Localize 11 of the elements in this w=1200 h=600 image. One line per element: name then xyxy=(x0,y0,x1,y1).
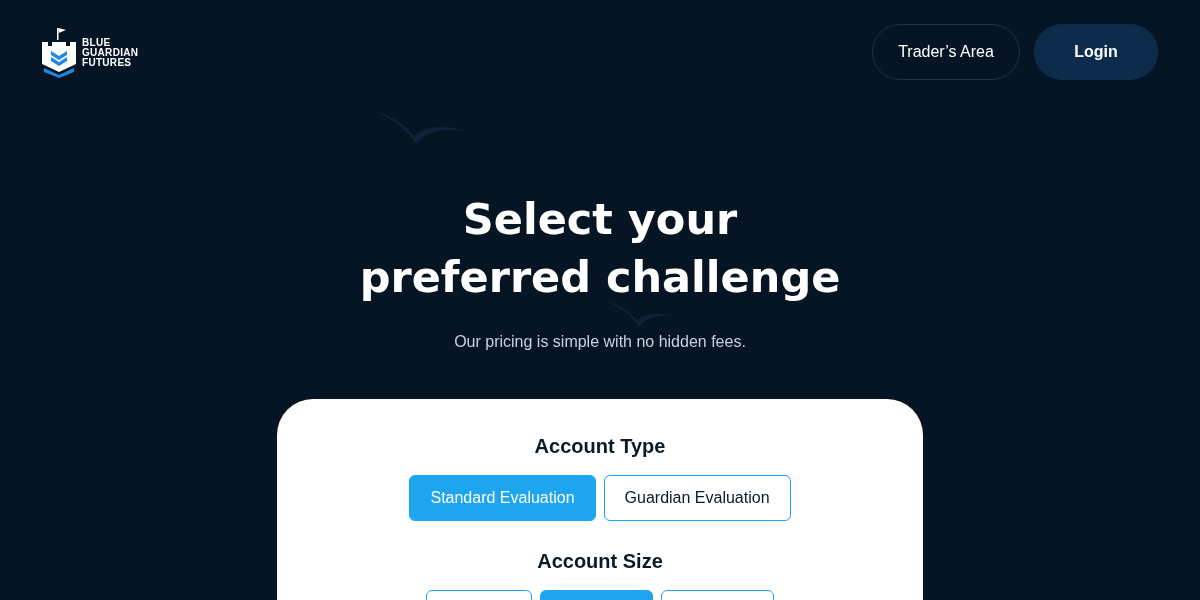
page-title: Select your xyxy=(462,193,738,246)
castle-shield-icon xyxy=(42,28,76,78)
section-heading: Account Size xyxy=(537,549,663,574)
login-button[interactable]: Login xyxy=(1034,24,1158,80)
subtitle: Our pricing is simple with no hidden fees. xyxy=(453,333,747,351)
logo-text: GUARDIAN xyxy=(82,48,139,58)
logo-text: FUTURES xyxy=(82,58,133,68)
page-title: preferred challenge xyxy=(359,251,841,304)
logo-text: BLUE xyxy=(82,38,112,48)
section-heading: Account Type xyxy=(534,434,666,459)
option-button[interactable]: Guardian Evaluation xyxy=(603,475,791,521)
